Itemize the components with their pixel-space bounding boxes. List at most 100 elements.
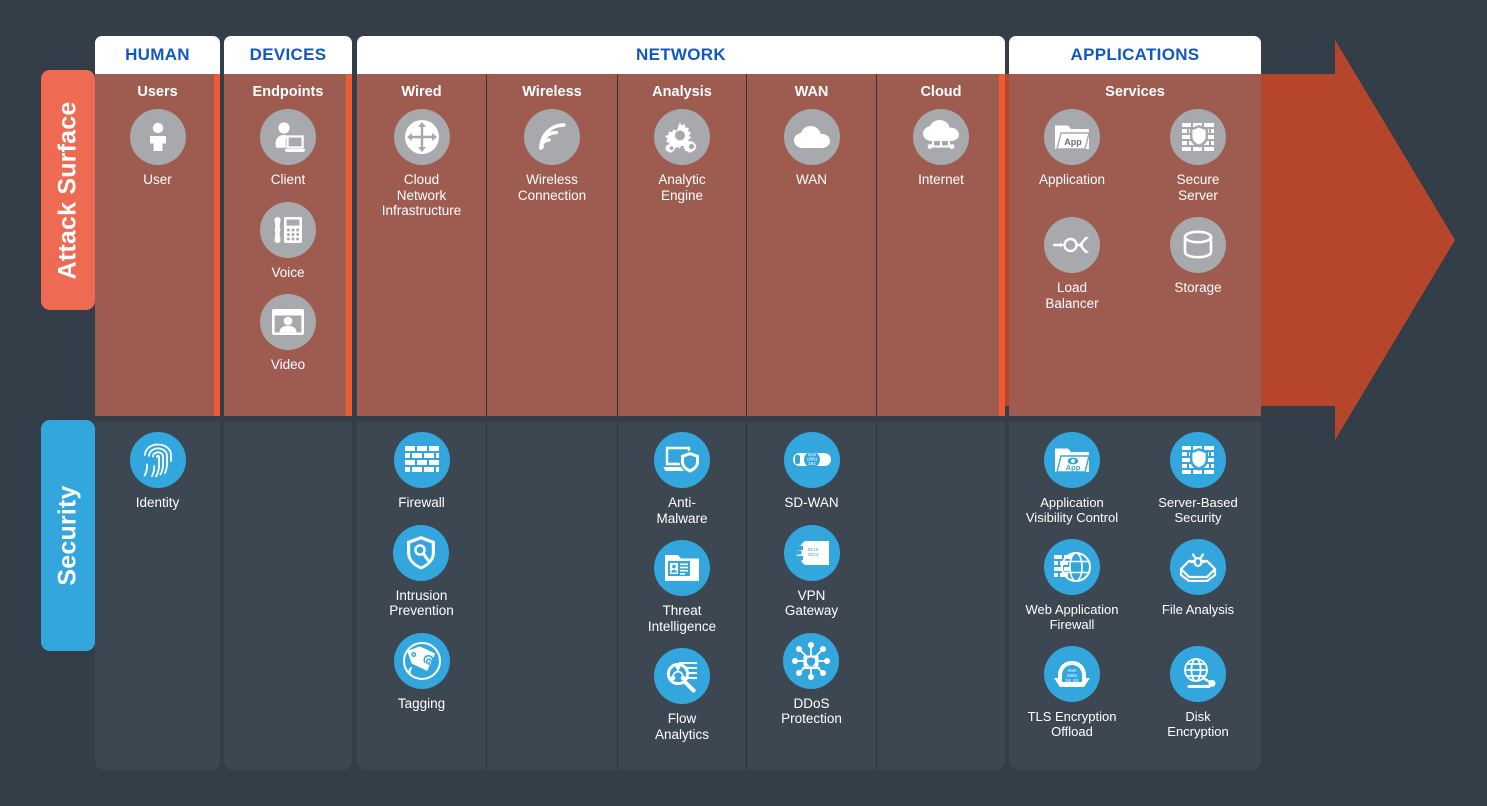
group-tab-label: NETWORK xyxy=(636,45,726,64)
item-list: Analytic Engine xyxy=(618,109,746,217)
item-wan[interactable]: WAN xyxy=(783,109,840,188)
group-tab-network[interactable]: NETWORK xyxy=(357,36,1005,74)
tag-fingerprint-icon xyxy=(393,632,450,689)
item-list: Anti- Malware Threat Intelligence Flow A… xyxy=(618,432,746,756)
item-secure-server[interactable]: Secure Server xyxy=(1135,109,1261,203)
item-load-balancer[interactable]: Load Balancer xyxy=(1009,217,1135,311)
item-cloud-network-infrastructure[interactable]: Cloud Network Infrastructure xyxy=(381,109,462,219)
column-wired-security: Firewall Intrusion Prevention Tagging xyxy=(357,432,486,725)
column-header: Wireless xyxy=(522,84,582,100)
row-label-attack-surface: Attack Surface xyxy=(41,70,95,310)
item-label: Application Visibility Control xyxy=(1025,495,1119,525)
gears-icon xyxy=(654,109,710,165)
item-label: Wireless Connection xyxy=(517,172,587,203)
column-endpoints-attack: Endpoints Client Voice Video xyxy=(224,84,352,387)
internet-cloud-icon xyxy=(913,109,969,165)
group-tab-applications[interactable]: APPLICATIONS xyxy=(1009,36,1261,74)
column-users-attack: Users User xyxy=(95,84,220,202)
app-folder-icon: App xyxy=(1044,109,1100,165)
item-anti-malware[interactable]: Anti- Malware xyxy=(654,432,710,526)
column-header: WAN xyxy=(794,84,829,100)
item-label: WAN xyxy=(796,172,827,187)
item-client[interactable]: Client xyxy=(260,109,316,188)
item-label: Firewall xyxy=(398,495,445,510)
item-tagging[interactable]: Tagging xyxy=(393,632,450,712)
column-header: Endpoints xyxy=(252,84,324,100)
column-header: Wired xyxy=(401,84,442,100)
flow-magnifier-icon xyxy=(654,648,710,704)
column-services-attack: Services App Application Secure Server L… xyxy=(1009,84,1261,325)
item-application-visibility-control[interactable]: App Application Visibility Control xyxy=(1009,432,1135,525)
item-list: Client Voice Video xyxy=(224,109,352,387)
item-voice[interactable]: Voice xyxy=(260,201,316,281)
client-laptop-icon xyxy=(260,109,316,165)
user-icon xyxy=(129,109,186,165)
item-tls-encryption-offload[interactable]: 010 1001 10 01 TLS Encryption Offload xyxy=(1009,646,1135,739)
item-disk-encryption[interactable]: Disk Encryption xyxy=(1135,646,1261,739)
item-flow-analytics[interactable]: Flow Analytics xyxy=(654,648,710,742)
column-analysis-attack: Analysis Analytic Engine xyxy=(618,84,746,217)
group-tab-human[interactable]: HUMAN xyxy=(95,36,220,74)
item-label: Video xyxy=(270,357,306,372)
ddos-nodes-icon xyxy=(783,632,840,689)
item-wireless-connection[interactable]: Wireless Connection xyxy=(518,109,586,203)
item-ddos-protection[interactable]: DDoS Protection xyxy=(781,632,842,727)
item-label: Tagging xyxy=(397,695,446,711)
fingerprint-icon xyxy=(129,432,186,488)
item-internet[interactable]: Internet xyxy=(913,109,969,188)
column-wired-attack: Wired Cloud Network Infrastructure xyxy=(357,84,486,233)
item-list: Cloud Network Infrastructure xyxy=(357,109,486,233)
item-label: Disk Encryption xyxy=(1167,709,1229,739)
item-label: Load Balancer xyxy=(1045,280,1099,311)
item-list: App Application Secure Server Load Balan… xyxy=(1009,109,1261,325)
storage-db-icon xyxy=(1170,217,1226,273)
item-file-analysis[interactable]: File Analysis xyxy=(1135,539,1261,617)
column-analysis-security: Anti- Malware Threat Intelligence Flow A… xyxy=(618,432,746,756)
video-screen-icon xyxy=(260,294,316,350)
shield-search-icon xyxy=(393,524,450,581)
item-threat-intelligence[interactable]: Threat Intelligence xyxy=(648,540,716,634)
item-vpn-gateway[interactable]: 0110 1011 VPN Gateway xyxy=(783,524,840,619)
item-list: 010 1001 101 SD-WAN 0110 1011 VPN Gatewa… xyxy=(747,432,876,741)
item-user[interactable]: User xyxy=(129,109,186,188)
column-header: Services xyxy=(1105,84,1165,100)
item-storage[interactable]: Storage xyxy=(1135,217,1261,296)
group-tab-label: APPLICATIONS xyxy=(1070,45,1200,64)
item-label: Web Application Firewall xyxy=(1025,602,1119,632)
threat-folder-icon xyxy=(654,540,710,596)
item-label: Voice xyxy=(271,264,305,280)
item-identity[interactable]: Identity xyxy=(129,432,186,511)
column-users-security: Identity xyxy=(95,432,220,525)
item-label: Internet xyxy=(918,172,964,187)
item-label: Application xyxy=(1038,172,1106,187)
file-analysis-icon xyxy=(1170,539,1226,595)
item-application[interactable]: App Application xyxy=(1009,109,1135,188)
group-tab-devices[interactable]: DEVICES xyxy=(224,36,352,74)
item-web-application-firewall[interactable]: Web Application Firewall xyxy=(1009,539,1135,632)
router-icon xyxy=(393,109,450,165)
column-wan-security: 010 1001 101 SD-WAN 0110 1011 VPN Gatewa… xyxy=(747,432,876,741)
item-list: User xyxy=(95,109,220,202)
item-label: User xyxy=(143,172,172,187)
column-header: Cloud xyxy=(920,84,962,100)
item-analytic-engine[interactable]: Analytic Engine xyxy=(654,109,710,203)
svg-text:App: App xyxy=(1066,463,1081,472)
voice-phone-icon xyxy=(260,201,316,258)
row-label-security: Security xyxy=(41,420,95,651)
item-label: File Analysis xyxy=(1161,602,1235,617)
item-list: App Application Visibility Control Serve… xyxy=(1009,432,1261,753)
item-label: Cloud Network Infrastructure xyxy=(381,172,462,218)
item-video[interactable]: Video xyxy=(260,294,316,373)
item-server-based-security[interactable]: Server-Based Security xyxy=(1135,432,1261,525)
sdwan-link-icon: 010 1001 101 xyxy=(783,432,840,488)
item-firewall[interactable]: Firewall xyxy=(393,432,450,511)
item-label: Server-Based Security xyxy=(1158,495,1238,525)
item-label: VPN Gateway xyxy=(784,587,839,619)
laptop-shield-icon xyxy=(654,432,710,488)
item-list: Firewall Intrusion Prevention Tagging xyxy=(357,432,486,725)
server-security-icon xyxy=(1170,432,1226,488)
item-label: Threat Intelligence xyxy=(647,603,717,634)
item-sd-wan[interactable]: 010 1001 101 SD-WAN xyxy=(783,432,840,511)
svg-text:App: App xyxy=(1064,137,1082,147)
item-intrusion-prevention[interactable]: Intrusion Prevention xyxy=(389,524,454,619)
